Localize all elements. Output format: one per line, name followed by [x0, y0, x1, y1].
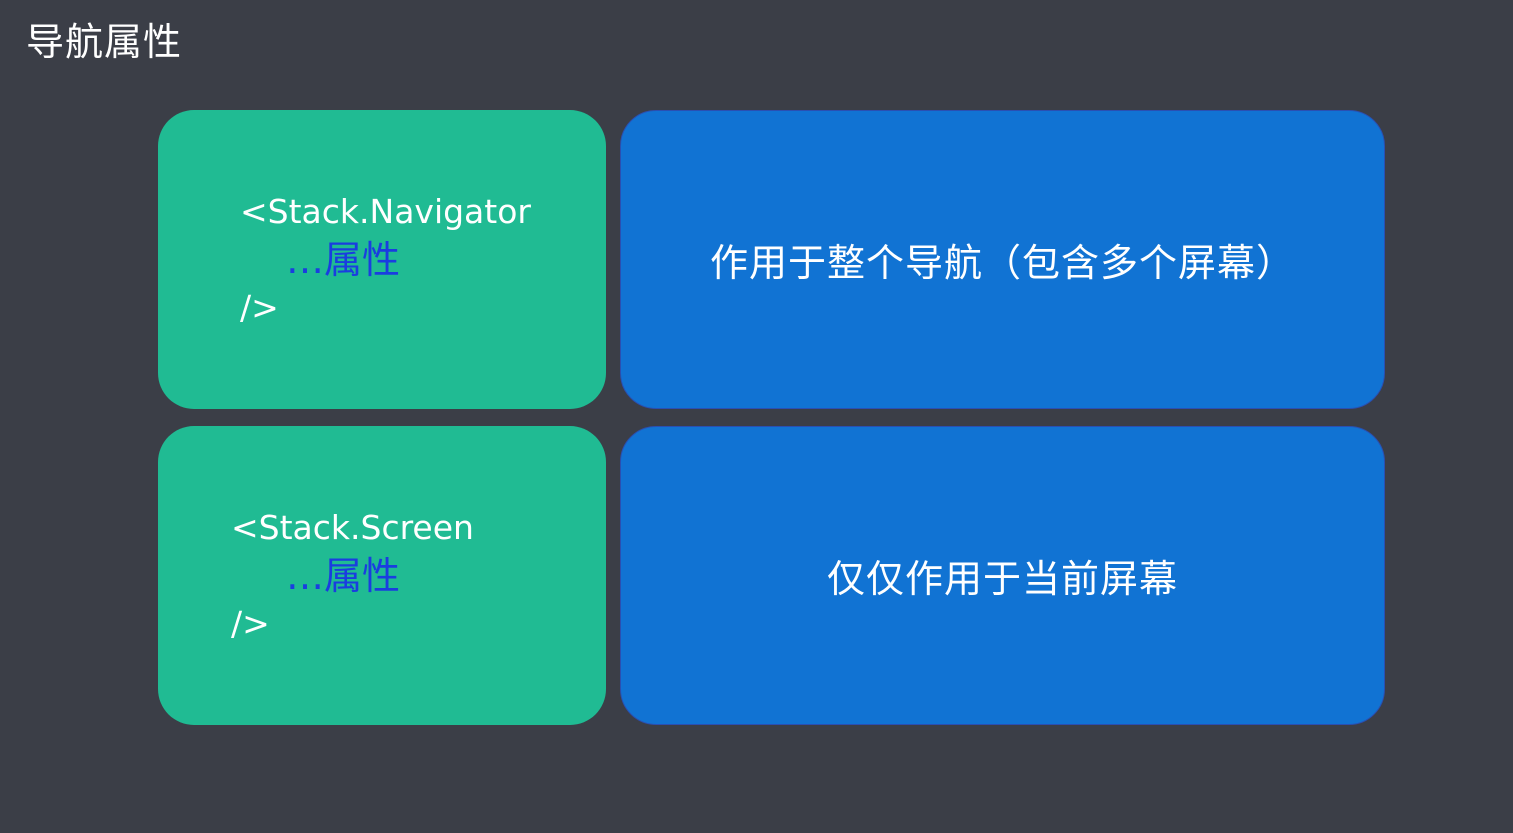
navigator-code-card: <Stack.Navigator …属性 /> — [158, 110, 606, 409]
navigator-description: 作用于整个导航（包含多个屏幕） — [709, 241, 1295, 285]
screen-close-tag: /> — [231, 604, 270, 643]
navigator-close-tag: /> — [240, 288, 279, 327]
slide-title: 导航属性 — [26, 20, 183, 64]
screen-code-card: <Stack.Screen …属性 /> — [158, 426, 606, 725]
screen-open-tag: <Stack.Screen — [231, 508, 474, 547]
screen-attr-placeholder: …属性 — [286, 554, 401, 598]
screen-code-snippet: <Stack.Screen …属性 /> — [231, 504, 474, 648]
navigator-attr-placeholder: …属性 — [286, 238, 401, 282]
screen-description-card: 仅仅作用于当前屏幕 — [620, 426, 1385, 725]
navigator-code-snippet: <Stack.Navigator …属性 /> — [240, 188, 531, 332]
navigator-open-tag: <Stack.Navigator — [240, 192, 531, 231]
navigator-description-card: 作用于整个导航（包含多个屏幕） — [620, 110, 1385, 409]
screen-description: 仅仅作用于当前屏幕 — [826, 557, 1178, 601]
